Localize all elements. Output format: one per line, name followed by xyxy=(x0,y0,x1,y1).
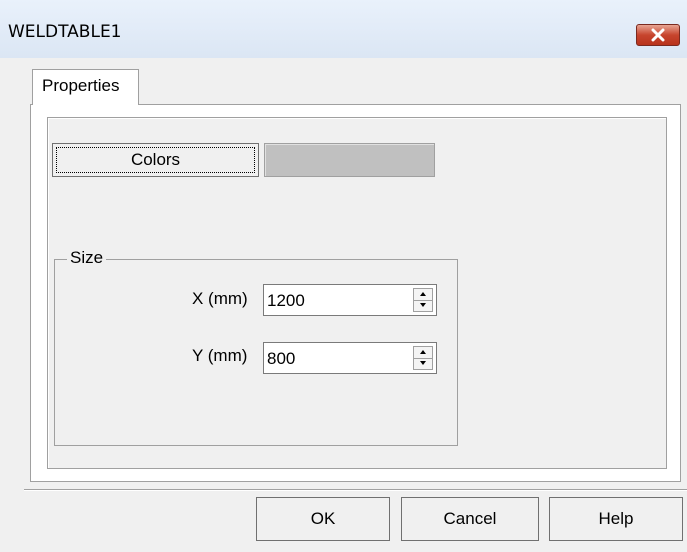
y-mm-value: 800 xyxy=(267,349,296,368)
x-mm-spin-down[interactable] xyxy=(414,300,432,311)
x-mm-value: 1200 xyxy=(267,291,305,310)
tab-properties[interactable]: Properties xyxy=(32,69,139,105)
y-mm-spinner[interactable] xyxy=(413,346,433,370)
spin-down-arrow-icon xyxy=(420,303,426,307)
spin-up-arrow-icon xyxy=(420,350,426,354)
window-title: WELDTABLE1 xyxy=(8,22,122,42)
x-mm-input[interactable]: 1200 xyxy=(263,284,437,316)
help-button[interactable]: Help xyxy=(549,497,683,541)
color-swatch xyxy=(264,143,435,177)
close-button[interactable] xyxy=(636,24,680,46)
x-mm-spinner[interactable] xyxy=(413,288,433,312)
button-separator xyxy=(24,489,687,491)
y-mm-input[interactable]: 800 xyxy=(263,342,437,374)
cancel-button[interactable]: Cancel xyxy=(401,497,539,541)
spin-down-arrow-icon xyxy=(420,361,426,365)
size-group-label: Size xyxy=(67,248,107,268)
title-bar: WELDTABLE1 xyxy=(0,0,687,59)
close-icon xyxy=(651,28,665,42)
x-mm-label: X (mm) xyxy=(192,289,248,308)
ok-button[interactable]: OK xyxy=(256,497,390,541)
colors-button[interactable]: Colors xyxy=(52,143,259,177)
y-mm-spin-down[interactable] xyxy=(414,358,432,369)
colors-button-label: Colors xyxy=(130,150,181,169)
spin-up-arrow-icon xyxy=(420,292,426,296)
y-mm-label: Y (mm) xyxy=(192,346,248,365)
tab-label: Properties xyxy=(42,76,120,95)
